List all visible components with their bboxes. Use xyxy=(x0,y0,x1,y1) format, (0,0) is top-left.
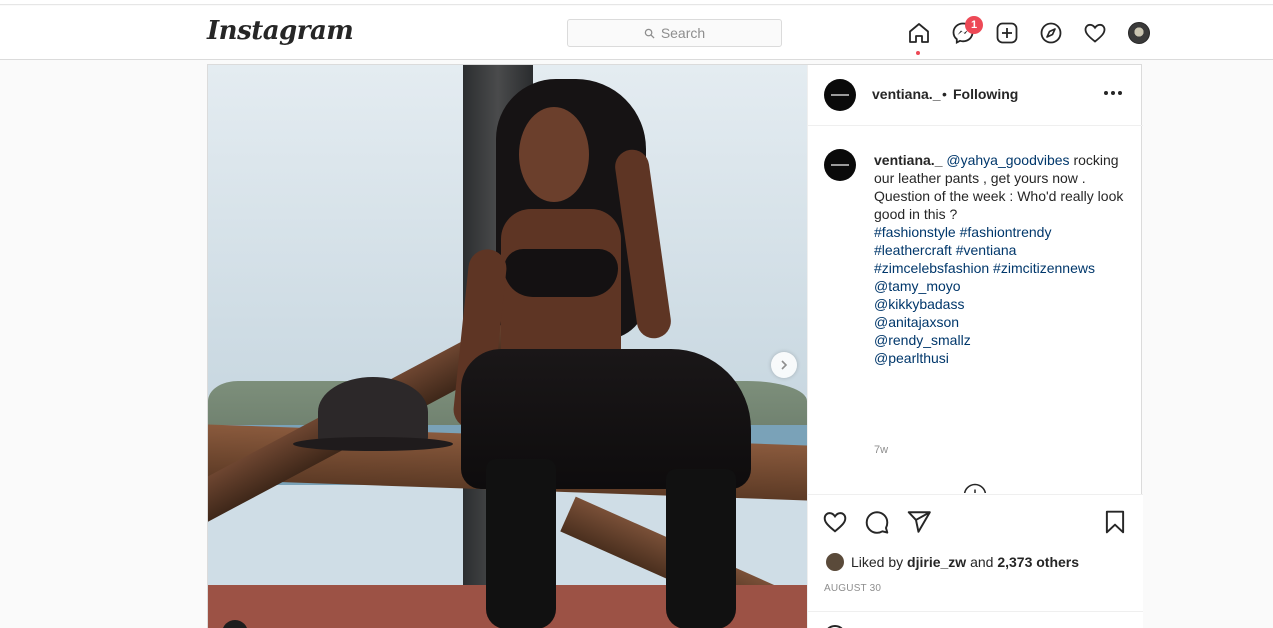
photo-top xyxy=(504,249,618,297)
search-input[interactable]: Search xyxy=(567,19,782,47)
home-icon xyxy=(909,23,929,43)
plus-square-icon xyxy=(996,22,1018,44)
likes-count-link[interactable]: 2,373 others xyxy=(997,554,1079,570)
compass-icon xyxy=(1040,22,1062,44)
photo-model xyxy=(451,79,756,628)
author-username[interactable]: ventiana._ xyxy=(872,86,940,102)
chevron-right-icon xyxy=(781,360,788,370)
caption-mention[interactable]: @yahya_goodvibes xyxy=(946,152,1069,168)
instagram-logo[interactable]: Instagram xyxy=(207,16,354,46)
heart-icon xyxy=(1084,23,1106,43)
following-button[interactable]: Following xyxy=(953,86,1018,102)
post-card: ventiana._ • Following ventiana._ @yahya… xyxy=(207,64,1143,628)
nav-profile[interactable] xyxy=(1117,18,1161,48)
post-actions xyxy=(822,509,932,535)
hashtags-line-3[interactable]: #zimcelebsfashion #zimcitizennews xyxy=(874,259,1132,277)
profile-avatar xyxy=(1128,22,1150,44)
add-comment-bar[interactable] xyxy=(808,611,1143,628)
caption-timestamp[interactable]: 7w xyxy=(874,444,888,456)
more-options-icon[interactable] xyxy=(1104,91,1124,99)
author-avatar[interactable] xyxy=(824,79,856,111)
likes-prefix: Liked by xyxy=(851,554,908,570)
post-header: ventiana._ • Following xyxy=(808,65,1143,126)
post-sidebar: ventiana._ • Following ventiana._ @yahya… xyxy=(807,65,1143,628)
messages-badge: 1 xyxy=(965,16,983,34)
search-placeholder: Search xyxy=(660,25,706,41)
post-actions-area: Liked by djirie_zw and 2,373 others AUGU… xyxy=(808,494,1143,628)
likes-middle: and xyxy=(966,554,998,570)
nav-explore[interactable] xyxy=(1029,18,1073,48)
next-photo-button[interactable] xyxy=(771,352,797,378)
top-navigation-bar: Instagram Search 1 xyxy=(0,6,1273,60)
caption-username[interactable]: ventiana._ xyxy=(874,152,942,168)
mention-link[interactable]: @kikkybadass xyxy=(874,295,1132,313)
load-more-comments-icon[interactable] xyxy=(963,483,987,493)
caption-avatar[interactable] xyxy=(824,149,856,181)
post-photo[interactable] xyxy=(208,65,807,628)
post-date[interactable]: AUGUST 30 xyxy=(824,583,881,594)
nav-icons: 1 xyxy=(897,16,1161,55)
nav-home[interactable] xyxy=(897,18,941,55)
active-indicator-dot xyxy=(916,51,920,55)
nav-messenger[interactable]: 1 xyxy=(941,16,985,48)
photo-face xyxy=(519,107,589,202)
post-caption: ventiana._ @yahya_goodvibes rocking our … xyxy=(874,151,1132,367)
likes-summary: Liked by djirie_zw and 2,373 others xyxy=(851,554,1079,570)
nav-new-post[interactable] xyxy=(985,18,1029,48)
share-paper-plane-icon[interactable] xyxy=(906,509,932,535)
mention-link[interactable]: @rendy_smallz xyxy=(874,331,1132,349)
browser-edge xyxy=(0,0,1273,5)
liker-username[interactable]: djirie_zw xyxy=(907,554,966,570)
photo-boot-right xyxy=(666,469,736,628)
nav-activity[interactable] xyxy=(1073,18,1117,48)
mention-link[interactable]: @pearlthusi xyxy=(874,349,1132,367)
liker-avatar[interactable] xyxy=(825,552,845,572)
bookmark-icon xyxy=(1105,510,1125,534)
mention-link[interactable]: @tamy_moyo xyxy=(874,277,1132,295)
search-icon xyxy=(644,28,655,39)
photo-boot-left xyxy=(486,459,556,628)
mention-link[interactable]: @anitajaxson xyxy=(874,313,1132,331)
photo-hat-brim xyxy=(293,437,453,451)
header-separator: • xyxy=(942,86,947,102)
save-button[interactable] xyxy=(1102,509,1128,540)
comments-section: ventiana._ @yahya_goodvibes rocking our … xyxy=(808,127,1143,493)
like-heart-icon[interactable] xyxy=(822,509,848,535)
comment-icon[interactable] xyxy=(864,509,890,535)
hashtags-line-2[interactable]: #leathercraft #ventiana xyxy=(874,241,1132,259)
hashtags-line-1[interactable]: #fashionstyle #fashiontrendy xyxy=(874,223,1132,241)
